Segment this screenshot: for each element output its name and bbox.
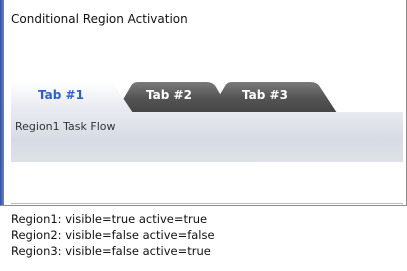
status-panel: Region1: visible=true active=true Region…	[0, 205, 407, 271]
app-window: Conditional Region Activation Tab #1 Tab…	[0, 0, 407, 271]
tab-3[interactable]: Tab #3	[235, 88, 295, 102]
status-line-region1: Region1: visible=true active=true	[11, 212, 208, 226]
tab-bar: Tab #1 Tab #2 Tab #3	[11, 80, 403, 114]
region-task-flow-label: Region1 Task Flow	[15, 120, 116, 133]
region-content-panel: Region1 Task Flow	[11, 112, 403, 162]
status-line-region3: Region3: visible=false active=true	[11, 244, 211, 258]
tab-2[interactable]: Tab #2	[139, 88, 199, 102]
page-title: Conditional Region Activation	[11, 12, 188, 26]
region-content-lower	[11, 163, 403, 204]
tab-1[interactable]: Tab #1	[31, 88, 91, 102]
status-line-region2: Region2: visible=false active=false	[11, 228, 215, 242]
